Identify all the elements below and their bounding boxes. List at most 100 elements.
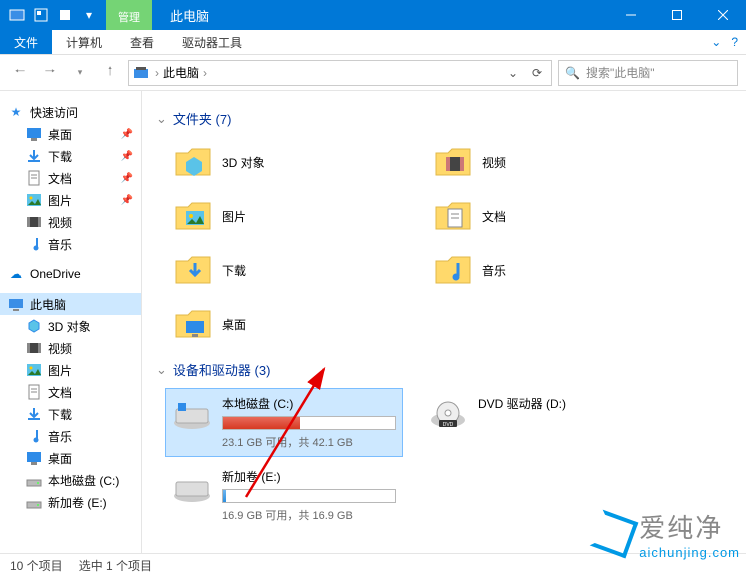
sidebar-item[interactable]: 下载📌 bbox=[0, 145, 141, 167]
qat-properties-icon[interactable] bbox=[30, 4, 52, 26]
sidebar-item[interactable]: 图片 bbox=[0, 359, 141, 381]
ribbon-expand-icon[interactable]: ⌄ bbox=[711, 35, 721, 49]
forward-button[interactable]: 🠒 bbox=[38, 61, 62, 85]
navigation-bar: 🠐 🠒 ▾ 🠑 › 此电脑 › ⌄ ⟳ 🔍 搜索"此电脑" bbox=[0, 55, 746, 91]
sidebar-quick-access[interactable]: ★ 快速访问 bbox=[0, 101, 141, 123]
folder-icon bbox=[172, 304, 212, 344]
drive-usage-text: 23.1 GB 可用，共 42.1 GB bbox=[222, 434, 396, 450]
music-icon bbox=[26, 428, 42, 444]
up-button[interactable]: 🠑 bbox=[98, 61, 122, 85]
folder-label: 文档 bbox=[482, 208, 506, 225]
app-icon[interactable] bbox=[6, 4, 28, 26]
pin-icon: 📌 bbox=[121, 173, 137, 184]
svg-text:DVD: DVD bbox=[443, 422, 454, 428]
sidebar-item[interactable]: 新加卷 (E:) bbox=[0, 491, 141, 513]
breadcrumb-location[interactable]: 此电脑 bbox=[163, 64, 199, 81]
folder-icon bbox=[432, 142, 472, 182]
group-header-folders[interactable]: ⌄ 文件夹 (7) bbox=[156, 109, 732, 128]
desktop-icon bbox=[26, 450, 42, 466]
download-icon bbox=[26, 148, 42, 164]
sidebar-item[interactable]: 本地磁盘 (C:) bbox=[0, 469, 141, 491]
folder-item[interactable]: 桌面 bbox=[166, 300, 396, 348]
drive-label: DVD 驱动器 (D:) bbox=[478, 395, 566, 412]
help-icon[interactable]: ? bbox=[731, 35, 738, 49]
folder-icon bbox=[432, 196, 472, 236]
download-icon bbox=[26, 406, 42, 422]
drive-icon bbox=[26, 494, 42, 510]
folder-item[interactable]: 图片 bbox=[166, 192, 396, 240]
status-selected-count: 选中 1 个项目 bbox=[79, 557, 152, 574]
folder-label: 桌面 bbox=[222, 316, 246, 333]
search-input[interactable]: 🔍 搜索"此电脑" bbox=[558, 60, 738, 86]
document-icon bbox=[26, 384, 42, 400]
address-bar[interactable]: › 此电脑 › ⌄ ⟳ bbox=[128, 60, 552, 86]
folder-icon bbox=[172, 250, 212, 290]
minimize-button[interactable] bbox=[608, 0, 654, 30]
folder-label: 3D 对象 bbox=[222, 154, 265, 171]
breadcrumb-sep-icon[interactable]: › bbox=[151, 66, 163, 80]
video-icon bbox=[26, 214, 42, 230]
back-button[interactable]: 🠐 bbox=[8, 61, 32, 85]
sidebar-onedrive[interactable]: ☁ OneDrive bbox=[0, 263, 141, 285]
quick-access-toolbar: ▾ bbox=[0, 4, 106, 26]
close-button[interactable] bbox=[700, 0, 746, 30]
ribbon-tabs: 文件 计算机 查看 驱动器工具 ⌄ ? bbox=[0, 30, 746, 55]
drive-item-dvd[interactable]: DVD DVD 驱动器 (D:) bbox=[422, 389, 652, 462]
status-bar: 10 个项目 选中 1 个项目 bbox=[0, 553, 746, 577]
sidebar-item[interactable]: 下载 bbox=[0, 403, 141, 425]
pin-icon: 📌 bbox=[121, 129, 137, 140]
chevron-down-icon[interactable]: ⌄ bbox=[156, 362, 167, 378]
folder-item[interactable]: 视频 bbox=[426, 138, 656, 186]
chevron-down-icon[interactable]: ⌄ bbox=[156, 111, 167, 127]
sidebar-item[interactable]: 文档 bbox=[0, 381, 141, 403]
sidebar-item[interactable]: 音乐 bbox=[0, 425, 141, 447]
sidebar-item[interactable]: 桌面📌 bbox=[0, 123, 141, 145]
maximize-button[interactable] bbox=[654, 0, 700, 30]
ribbon-tab-computer[interactable]: 计算机 bbox=[52, 30, 116, 54]
sidebar-item[interactable]: 音乐 bbox=[0, 233, 141, 255]
folder-item[interactable]: 文档 bbox=[426, 192, 656, 240]
qat-dropdown-icon[interactable]: ▾ bbox=[78, 4, 100, 26]
folder-icon bbox=[432, 250, 472, 290]
title-bar: ▾ 管理 此电脑 bbox=[0, 0, 746, 30]
sidebar-item[interactable]: 图片📌 bbox=[0, 189, 141, 211]
address-dropdown-icon[interactable]: ⌄ bbox=[501, 61, 525, 85]
sidebar-item[interactable]: 3D 对象 bbox=[0, 315, 141, 337]
hdd-icon bbox=[172, 472, 212, 504]
recent-dropdown-icon[interactable]: ▾ bbox=[68, 61, 92, 85]
document-icon bbox=[26, 170, 42, 186]
sidebar-this-pc[interactable]: 此电脑 bbox=[0, 293, 141, 315]
file-tab[interactable]: 文件 bbox=[0, 30, 52, 54]
pc-icon bbox=[8, 296, 24, 312]
sidebar-item[interactable]: 视频 bbox=[0, 337, 141, 359]
hdd-icon bbox=[172, 399, 212, 431]
ribbon-tab-view[interactable]: 查看 bbox=[116, 30, 168, 54]
drive-label: 本地磁盘 (C:) bbox=[222, 395, 396, 412]
group-header-drives[interactable]: ⌄ 设备和驱动器 (3) bbox=[156, 360, 732, 379]
drive-item[interactable]: 新加卷 (E:) 16.9 GB 可用，共 16.9 GB bbox=[166, 462, 402, 529]
sidebar-item[interactable]: 桌面 bbox=[0, 447, 141, 469]
sidebar-item[interactable]: 视频 bbox=[0, 211, 141, 233]
content-pane[interactable]: ⌄ 文件夹 (7) 3D 对象 视频图片 文档下载 音乐桌面 ⌄ 设备和驱动器 (3)… bbox=[142, 91, 746, 553]
breadcrumb-sep-icon[interactable]: › bbox=[199, 66, 211, 80]
folder-label: 下载 bbox=[222, 262, 246, 279]
3d-icon bbox=[26, 318, 42, 334]
sidebar-item[interactable]: 文档📌 bbox=[0, 167, 141, 189]
folder-item[interactable]: 音乐 bbox=[426, 246, 656, 294]
ribbon-tab-drive-tools[interactable]: 驱动器工具 bbox=[168, 30, 256, 54]
desktop-icon bbox=[26, 126, 42, 142]
folder-item[interactable]: 3D 对象 bbox=[166, 138, 396, 186]
refresh-icon[interactable]: ⟳ bbox=[525, 61, 549, 85]
window-title: 此电脑 bbox=[152, 6, 227, 25]
folder-label: 图片 bbox=[222, 208, 246, 225]
drive-icon bbox=[26, 472, 42, 488]
drive-usage-text: 16.9 GB 可用，共 16.9 GB bbox=[222, 507, 396, 523]
folder-icon bbox=[172, 196, 212, 236]
drive-item[interactable]: 本地磁盘 (C:) 23.1 GB 可用，共 42.1 GB bbox=[166, 389, 402, 456]
qat-new-icon[interactable] bbox=[54, 4, 76, 26]
context-tab-group: 管理 bbox=[106, 0, 152, 30]
picture-icon bbox=[26, 192, 42, 208]
drive-usage-bar bbox=[222, 489, 396, 503]
folder-item[interactable]: 下载 bbox=[166, 246, 396, 294]
navigation-pane[interactable]: ★ 快速访问 桌面📌下载📌文档📌图片📌视频音乐 ☁ OneDrive 此电脑 3… bbox=[0, 91, 142, 553]
